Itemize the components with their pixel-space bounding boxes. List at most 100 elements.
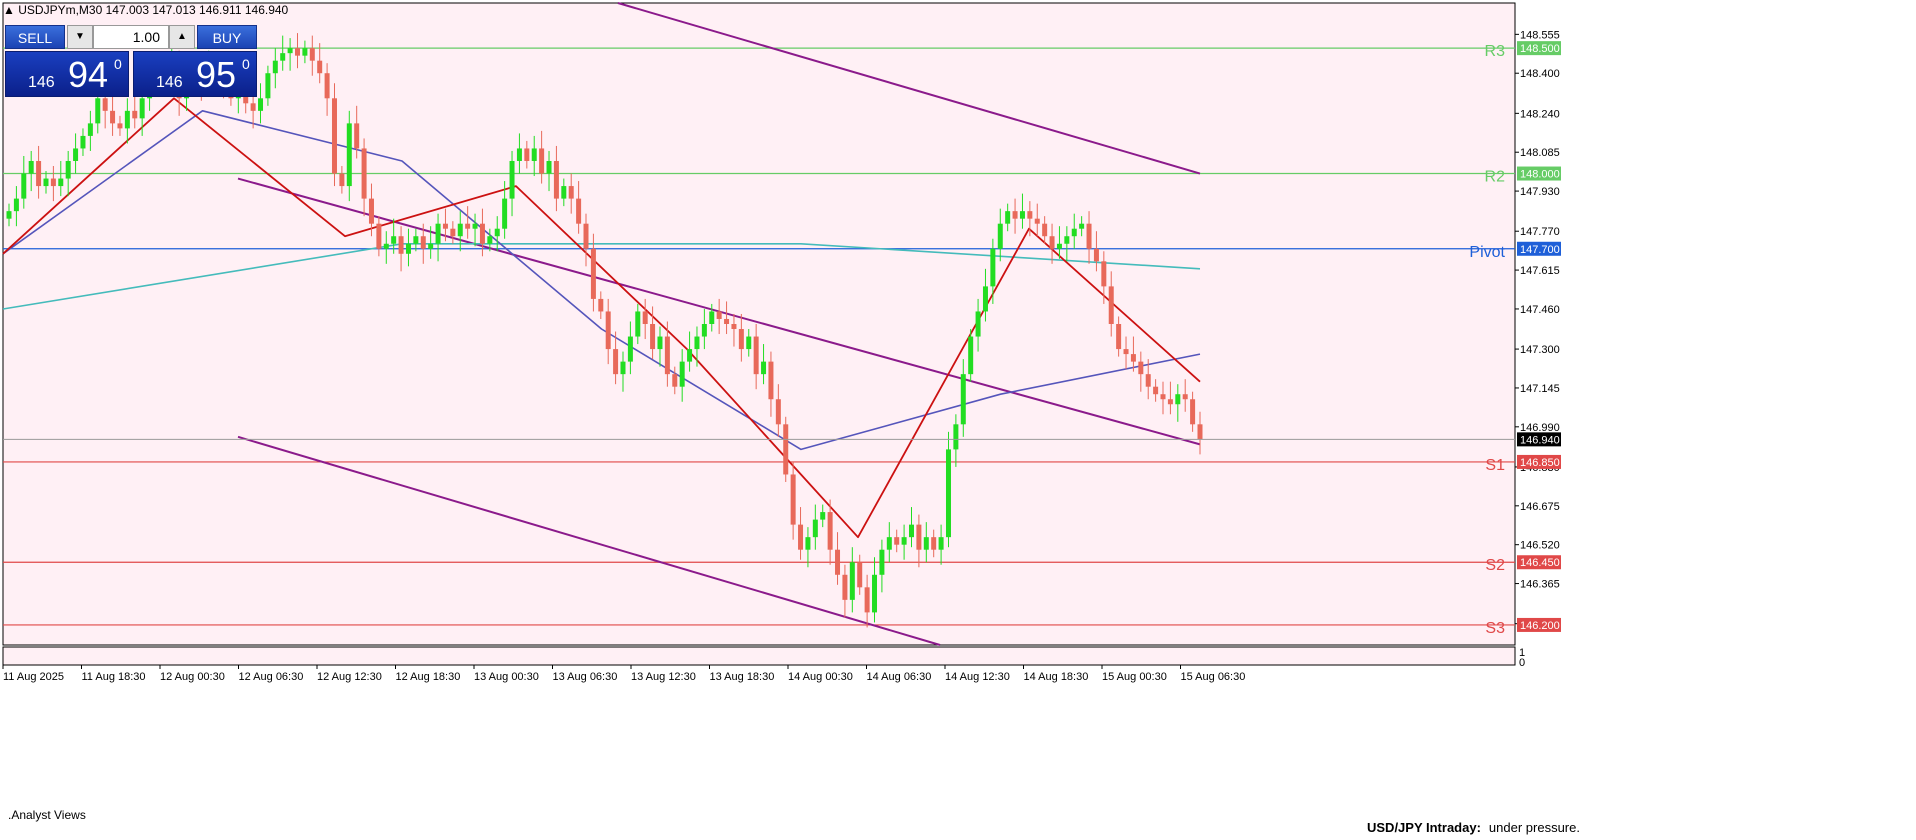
x-tick-label: 14 Aug 00:30 xyxy=(788,671,853,683)
candle-body xyxy=(117,123,123,129)
lot-increase-icon[interactable]: ▲ xyxy=(169,25,195,49)
candle-body xyxy=(405,243,411,254)
candle-body xyxy=(413,236,419,244)
sell-button[interactable]: SELL xyxy=(5,25,65,49)
candle-body xyxy=(50,178,56,187)
x-tick-label: 12 Aug 06:30 xyxy=(239,671,304,683)
candle-body xyxy=(80,135,86,149)
candle-body xyxy=(968,336,974,375)
candle-body xyxy=(753,336,759,375)
candle-body xyxy=(509,160,515,199)
level-label-r3: R3 xyxy=(1485,43,1506,60)
y-tick-label: 148.400 xyxy=(1520,68,1560,80)
x-tick-label: 15 Aug 00:30 xyxy=(1102,671,1167,683)
candle-body xyxy=(731,324,737,330)
level-price-label: 147.700 xyxy=(1520,244,1560,256)
buy-price-display[interactable]: 146 95 0 xyxy=(133,51,257,97)
candle-body xyxy=(376,223,382,249)
candle-body xyxy=(990,248,996,287)
candle-body xyxy=(872,574,878,613)
candle-body xyxy=(524,148,530,161)
candle-body xyxy=(827,512,833,550)
candle-body xyxy=(1027,211,1033,219)
candle-body xyxy=(1108,286,1114,324)
candle-body xyxy=(775,399,781,425)
candle-body xyxy=(701,324,707,337)
collapse-triangle-icon[interactable]: ▲ xyxy=(3,3,15,17)
candle-body xyxy=(1071,228,1077,237)
y-tick-label: 147.300 xyxy=(1520,344,1560,356)
lot-decrease-icon[interactable]: ▼ xyxy=(67,25,93,49)
candle-body xyxy=(553,160,559,199)
candle-body xyxy=(546,160,552,174)
candle-body xyxy=(1019,211,1025,219)
candle-body xyxy=(531,148,537,161)
candle-body xyxy=(21,173,27,199)
candle-body xyxy=(250,103,256,111)
candle-body xyxy=(886,537,892,550)
price-chart[interactable]: R3 R2 Pivot S1 S2 S3 148.555 148.400 148.240 148.… xyxy=(0,0,1916,840)
x-tick-label: 15 Aug 06:30 xyxy=(1181,671,1246,683)
candle-body xyxy=(864,587,870,613)
candle-body xyxy=(502,198,508,229)
candle-body xyxy=(465,223,471,229)
candle-body xyxy=(879,549,885,575)
candle xyxy=(968,329,974,382)
level-label-s1: S1 xyxy=(1485,457,1505,474)
candle-body xyxy=(442,223,448,229)
candle-body xyxy=(842,574,848,600)
y-tick-label: 147.930 xyxy=(1520,186,1560,198)
sell-price-display[interactable]: 146 94 0 xyxy=(5,51,129,97)
candle xyxy=(783,416,789,482)
buy-price-prefix: 146 xyxy=(156,74,183,91)
candle-body xyxy=(938,537,944,550)
candle-body xyxy=(997,223,1003,249)
intraday-title: USD/JPY Intraday: xyxy=(1367,820,1481,835)
lot-size-input[interactable]: 1.00 xyxy=(93,25,169,49)
candle-body xyxy=(287,48,293,54)
intraday-annotation: USD/JPY Intraday: under pressure. xyxy=(1367,820,1580,835)
candle-body xyxy=(1056,243,1062,249)
candle-body xyxy=(657,336,663,350)
level-price-label: 146.850 xyxy=(1520,457,1560,469)
y-tick-label: 146.365 xyxy=(1520,579,1560,591)
candle-body xyxy=(1153,386,1159,395)
candle-body xyxy=(1182,394,1188,400)
candle-body xyxy=(1123,349,1129,355)
candle-body xyxy=(590,248,596,299)
candle-body xyxy=(945,449,951,538)
candle xyxy=(331,83,337,187)
candle-body xyxy=(835,549,841,575)
x-tick-label: 12 Aug 00:30 xyxy=(160,671,225,683)
candle-body xyxy=(716,311,722,319)
candle-body xyxy=(391,236,397,244)
buy-button[interactable]: BUY xyxy=(197,25,257,49)
level-label-r2: R2 xyxy=(1485,169,1506,186)
candle-body xyxy=(694,336,700,350)
candle-body xyxy=(139,98,145,119)
y-tick-label: 148.085 xyxy=(1520,147,1560,159)
candle-body xyxy=(679,361,685,387)
candle-body xyxy=(768,361,774,400)
candle-body xyxy=(975,311,981,337)
candle-body xyxy=(28,160,34,174)
candle-body xyxy=(331,98,337,174)
symbol-timeframe: USDJPYm,M30 xyxy=(18,3,103,17)
current-price-label: 146.940 xyxy=(1520,434,1560,446)
candle-body xyxy=(812,519,818,538)
candle-body xyxy=(709,311,715,324)
candle-body xyxy=(487,236,493,244)
candle-body xyxy=(95,98,101,124)
candle-body xyxy=(790,474,796,525)
y-tick-label: 147.145 xyxy=(1520,383,1560,395)
candle-body xyxy=(642,311,648,324)
candle-body xyxy=(960,374,966,425)
candle-body xyxy=(87,123,93,136)
ohlc-values: 147.003 147.013 146.911 146.940 xyxy=(105,3,289,17)
candle-body xyxy=(102,98,108,111)
level-price-label: 146.450 xyxy=(1520,557,1560,569)
candle-body xyxy=(916,524,922,550)
candle-body xyxy=(1175,394,1181,405)
one-click-trading-panel: SELL ▼ 1.00 ▲ BUY 146 94 0 146 95 0 xyxy=(5,25,257,97)
candle-body xyxy=(435,223,441,244)
